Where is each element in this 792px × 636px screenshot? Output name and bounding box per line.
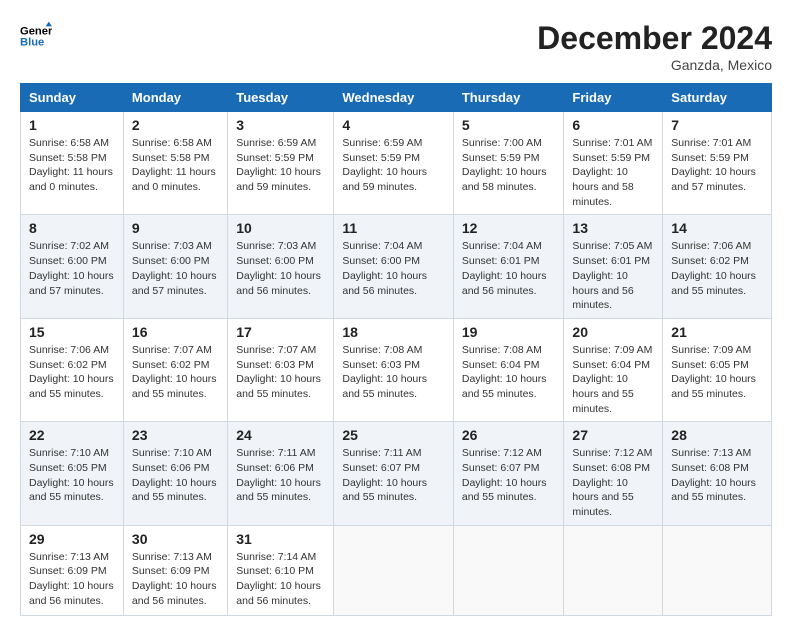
day-cell-21: 21 Sunrise: 7:09 AM Sunset: 6:05 PM Dayl… (663, 318, 772, 421)
day-cell-18: 18 Sunrise: 7:08 AM Sunset: 6:03 PM Dayl… (334, 318, 454, 421)
day-cell-9: 9 Sunrise: 7:03 AM Sunset: 6:00 PM Dayli… (123, 215, 227, 318)
day-cell-24: 24 Sunrise: 7:11 AM Sunset: 6:06 PM Dayl… (228, 422, 334, 525)
day-cell-30: 30 Sunrise: 7:13 AM Sunset: 6:09 PM Dayl… (123, 525, 227, 615)
col-saturday: Saturday (663, 84, 772, 112)
day-cell-12: 12 Sunrise: 7:04 AM Sunset: 6:01 PM Dayl… (453, 215, 564, 318)
empty-cell (663, 525, 772, 615)
day-cell-11: 11 Sunrise: 7:04 AM Sunset: 6:00 PM Dayl… (334, 215, 454, 318)
col-thursday: Thursday (453, 84, 564, 112)
day-cell-23: 23 Sunrise: 7:10 AM Sunset: 6:06 PM Dayl… (123, 422, 227, 525)
day-cell-2: 2 Sunrise: 6:58 AM Sunset: 5:58 PM Dayli… (123, 112, 227, 215)
page-header: General Blue December 2024 Ganzda, Mexic… (20, 20, 772, 73)
logo-icon: General Blue (20, 20, 52, 52)
day-cell-27: 27 Sunrise: 7:12 AM Sunset: 6:08 PM Dayl… (564, 422, 663, 525)
day-cell-22: 22 Sunrise: 7:10 AM Sunset: 6:05 PM Dayl… (21, 422, 124, 525)
day-cell-20: 20 Sunrise: 7:09 AM Sunset: 6:04 PM Dayl… (564, 318, 663, 421)
col-wednesday: Wednesday (334, 84, 454, 112)
logo: General Blue (20, 20, 52, 52)
col-tuesday: Tuesday (228, 84, 334, 112)
day-cell-14: 14 Sunrise: 7:06 AM Sunset: 6:02 PM Dayl… (663, 215, 772, 318)
month-title: December 2024 (537, 20, 772, 57)
week-row-2: 8 Sunrise: 7:02 AM Sunset: 6:00 PM Dayli… (21, 215, 772, 318)
week-row-4: 22 Sunrise: 7:10 AM Sunset: 6:05 PM Dayl… (21, 422, 772, 525)
header-row: Sunday Monday Tuesday Wednesday Thursday… (21, 84, 772, 112)
empty-cell (453, 525, 564, 615)
day-cell-15: 15 Sunrise: 7:06 AM Sunset: 6:02 PM Dayl… (21, 318, 124, 421)
day-cell-13: 13 Sunrise: 7:05 AM Sunset: 6:01 PM Dayl… (564, 215, 663, 318)
empty-cell (334, 525, 454, 615)
day-cell-1: 1 Sunrise: 6:58 AM Sunset: 5:58 PM Dayli… (21, 112, 124, 215)
calendar-table: Sunday Monday Tuesday Wednesday Thursday… (20, 83, 772, 616)
day-cell-3: 3 Sunrise: 6:59 AM Sunset: 5:59 PM Dayli… (228, 112, 334, 215)
title-area: December 2024 Ganzda, Mexico (537, 20, 772, 73)
week-row-5: 29 Sunrise: 7:13 AM Sunset: 6:09 PM Dayl… (21, 525, 772, 615)
day-cell-19: 19 Sunrise: 7:08 AM Sunset: 6:04 PM Dayl… (453, 318, 564, 421)
day-cell-10: 10 Sunrise: 7:03 AM Sunset: 6:00 PM Dayl… (228, 215, 334, 318)
svg-text:Blue: Blue (20, 37, 44, 49)
day-cell-8: 8 Sunrise: 7:02 AM Sunset: 6:00 PM Dayli… (21, 215, 124, 318)
day-cell-7: 7 Sunrise: 7:01 AM Sunset: 5:59 PM Dayli… (663, 112, 772, 215)
day-cell-4: 4 Sunrise: 6:59 AM Sunset: 5:59 PM Dayli… (334, 112, 454, 215)
day-cell-17: 17 Sunrise: 7:07 AM Sunset: 6:03 PM Dayl… (228, 318, 334, 421)
col-friday: Friday (564, 84, 663, 112)
col-sunday: Sunday (21, 84, 124, 112)
col-monday: Monday (123, 84, 227, 112)
day-cell-25: 25 Sunrise: 7:11 AM Sunset: 6:07 PM Dayl… (334, 422, 454, 525)
day-cell-29: 29 Sunrise: 7:13 AM Sunset: 6:09 PM Dayl… (21, 525, 124, 615)
week-row-3: 15 Sunrise: 7:06 AM Sunset: 6:02 PM Dayl… (21, 318, 772, 421)
empty-cell (564, 525, 663, 615)
day-cell-26: 26 Sunrise: 7:12 AM Sunset: 6:07 PM Dayl… (453, 422, 564, 525)
week-row-1: 1 Sunrise: 6:58 AM Sunset: 5:58 PM Dayli… (21, 112, 772, 215)
day-cell-5: 5 Sunrise: 7:00 AM Sunset: 5:59 PM Dayli… (453, 112, 564, 215)
location: Ganzda, Mexico (537, 57, 772, 73)
day-cell-6: 6 Sunrise: 7:01 AM Sunset: 5:59 PM Dayli… (564, 112, 663, 215)
day-cell-16: 16 Sunrise: 7:07 AM Sunset: 6:02 PM Dayl… (123, 318, 227, 421)
day-cell-28: 28 Sunrise: 7:13 AM Sunset: 6:08 PM Dayl… (663, 422, 772, 525)
day-cell-31: 31 Sunrise: 7:14 AM Sunset: 6:10 PM Dayl… (228, 525, 334, 615)
svg-text:General: General (20, 25, 52, 37)
